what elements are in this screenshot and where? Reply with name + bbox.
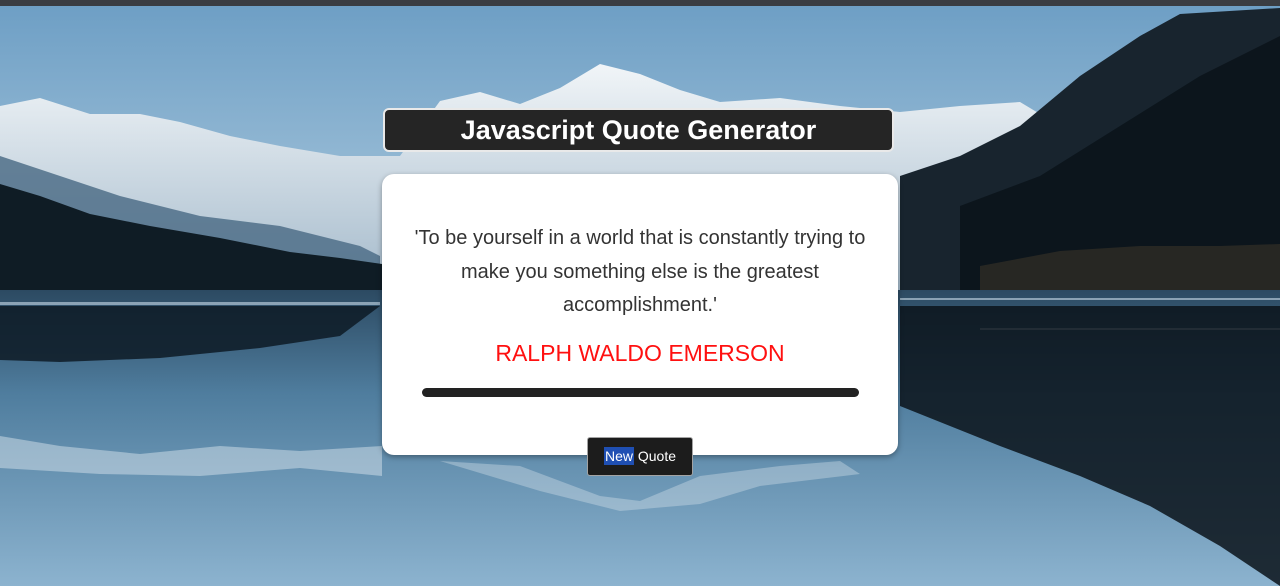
new-quote-button-label-rest: Quote [633,448,677,464]
quote-text: 'To be yourself in a world that is const… [414,227,866,316]
new-quote-button-label-highlighted: New [603,447,634,465]
quote-card: 'To be yourself in a world that is const… [382,174,898,455]
browser-top-strip [0,0,1280,6]
quote-author: RALPH WALDO EMERSON [495,340,785,366]
divider-bar [422,388,859,397]
new-quote-button[interactable]: New Quote [587,437,693,476]
page-title: Javascript Quote Generator [383,108,894,152]
